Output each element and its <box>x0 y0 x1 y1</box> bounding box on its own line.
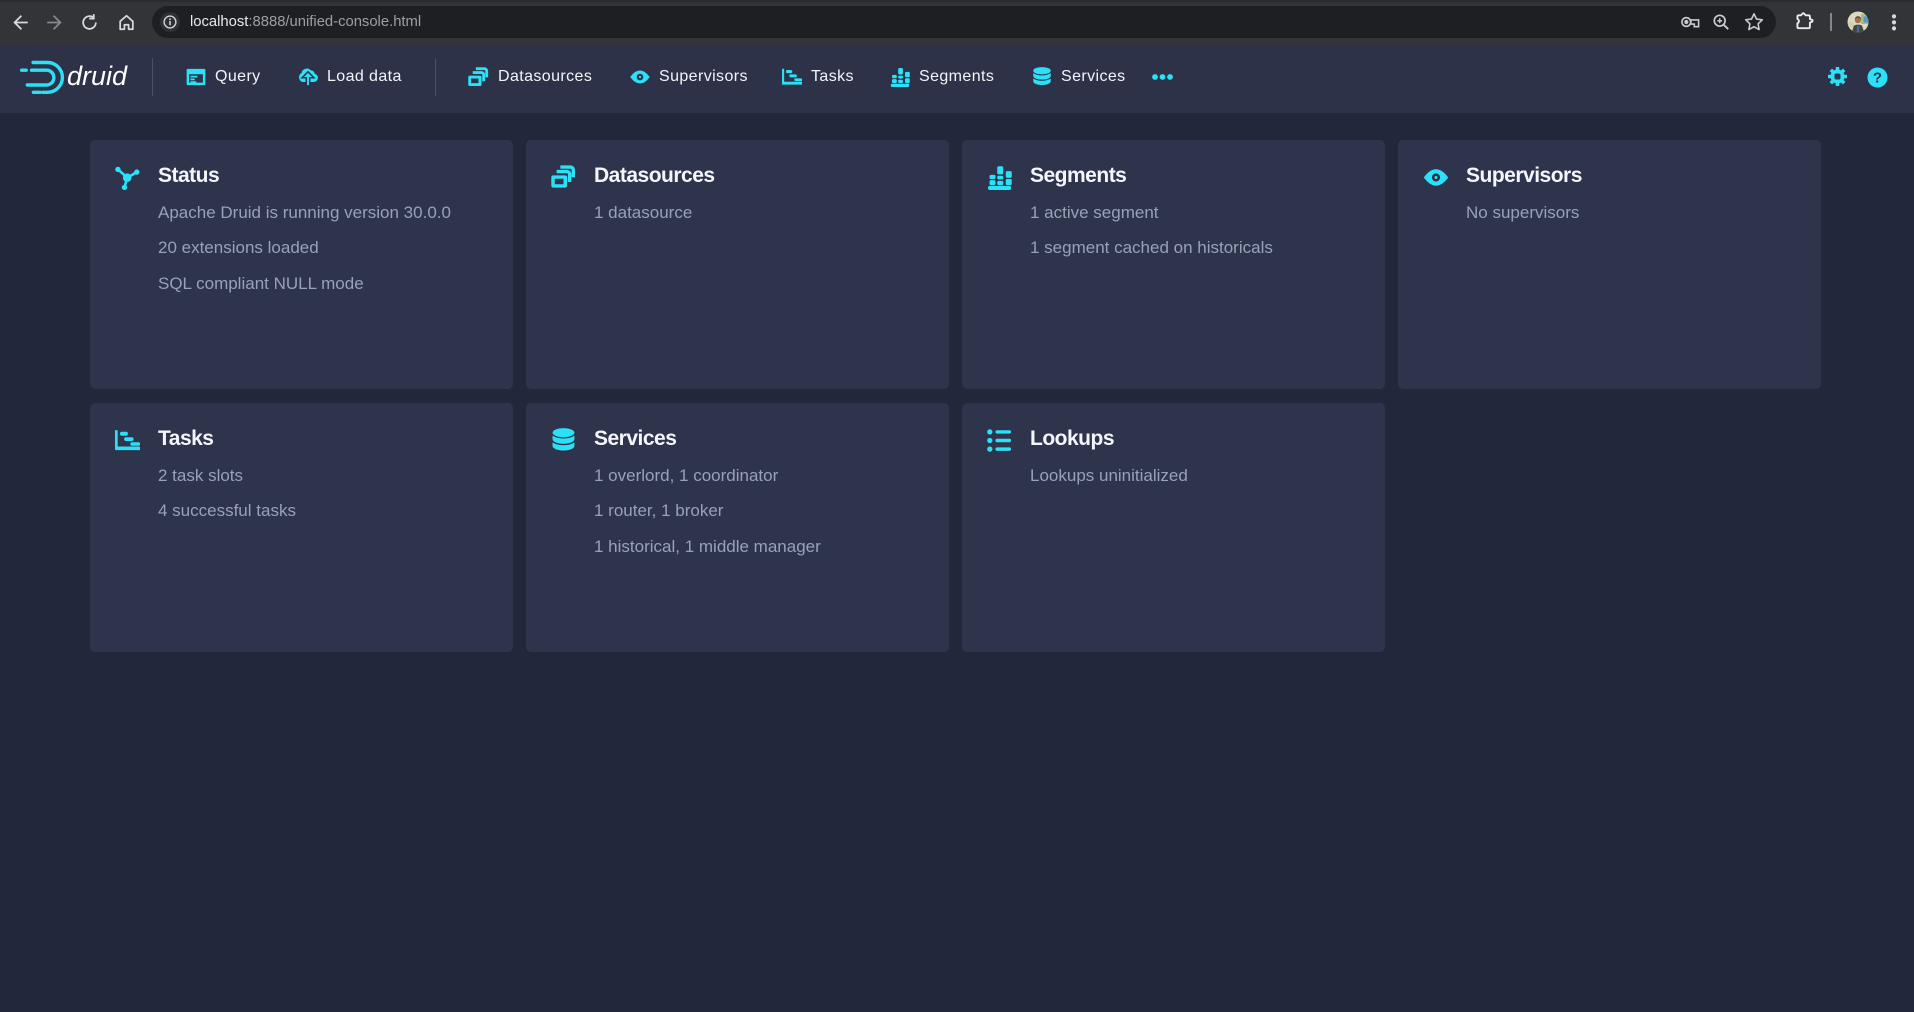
svg-text:?: ? <box>1873 70 1882 87</box>
